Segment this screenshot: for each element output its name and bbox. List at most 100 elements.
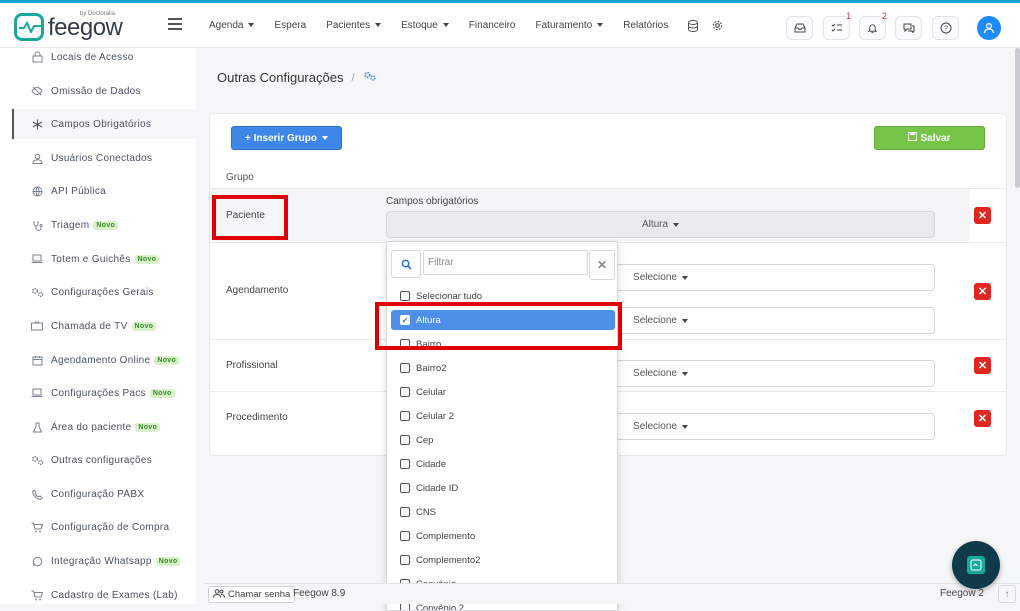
nav-faturamento[interactable]: Faturamento [536,20,604,35]
checkbox-icon[interactable] [400,507,410,517]
user-avatar-icon[interactable] [977,16,1001,40]
sidebar-item-configurações-gerais[interactable]: Configurações Gerais [12,277,196,307]
sidebar-item-label: Configurações Gerais [51,287,154,298]
breadcrumb: Outras Configurações / [217,70,377,85]
settings-gear-icon[interactable] [712,20,723,35]
chevron-down-icon [682,425,688,429]
sidebar-item-api-pública[interactable]: API Pública [12,176,196,206]
nav-espera[interactable]: Espera [274,20,306,35]
dropdown-option[interactable]: Cidade ID [387,478,618,498]
laptop-icon [30,386,44,400]
sidebar-item-cadastro-de-exames-lab-[interactable]: Cadastro de Exames (Lab) [12,580,196,610]
option-label: Bairro2 [416,363,447,374]
dropdown-option[interactable]: Celular 2 [387,406,618,426]
group-column-header: Grupo [226,172,254,183]
sidebar-item-campos-obrigatórios[interactable]: Campos Obrigatórios [12,109,196,139]
nav-relatorios[interactable]: Relatórios [623,20,668,35]
save-label: Salvar [920,133,950,144]
checkbox-icon[interactable] [400,555,410,565]
settings-sidebar: Locais de AcessoOmissão de DadosCampos O… [0,48,196,604]
svg-text:?: ? [944,26,948,33]
sidebar-item-agendamento-online[interactable]: Agendamento OnlineNovo [12,345,196,375]
filter-input[interactable]: Filtrar [423,250,588,275]
page-scrollbar[interactable] [1015,48,1020,188]
chevron-down-icon [682,319,688,323]
sidebar-item-integração-whatsapp[interactable]: Integração WhatsappNovo [12,546,196,576]
menu-toggle-icon[interactable] [168,18,182,30]
sidebar-item-totem-e-guichês[interactable]: Totem e GuichêsNovo [12,244,196,274]
sidebar-item-label: Totem e Guichês [51,254,131,265]
dropdown-option[interactable]: CNS [387,502,618,522]
checkbox-icon[interactable] [400,459,410,469]
gears-icon [30,285,44,299]
chat-icon[interactable] [895,16,922,40]
inbox-icon[interactable] [786,16,813,40]
database-icon[interactable] [688,20,698,35]
sidebar-item-triagem[interactable]: TriagemNovo [12,210,196,240]
delete-row-button[interactable]: ✕ [974,283,991,300]
option-label: Cidade ID [416,483,458,494]
insert-group-button[interactable]: + Inserir Grupo [231,126,342,150]
sidebar-item-outras-configurações[interactable]: Outras configurações [12,445,196,475]
sidebar-item-chamada-de-tv[interactable]: Chamada de TVNovo [12,311,196,341]
sidebar-item-área-do-paciente[interactable]: Área do pacienteNovo [12,412,196,442]
sidebar-item-locais-de-acesso[interactable]: Locais de Acesso [12,42,196,72]
checkbox-icon[interactable] [400,531,410,541]
sidebar-item-label: Triagem [51,220,89,231]
widget-icon [967,556,985,574]
tasks-icon[interactable]: 1 [823,16,850,40]
paciente-fields-select[interactable]: Altura [386,211,935,238]
nav-financeiro[interactable]: Financeiro [469,20,516,35]
nav-pacientes[interactable]: Pacientes [326,20,381,35]
breadcrumb-separator: / [351,72,354,84]
dropdown-option[interactable]: Celular [387,382,618,402]
version-label: Feegow 8.9 [293,588,345,599]
gears-icon [30,453,44,467]
new-badge: Novo [132,322,157,331]
checkbox-icon[interactable] [400,387,410,397]
whatsapp-icon [30,554,44,568]
call-ticket-button[interactable]: Chamar senha [208,586,295,603]
sidebar-item-configuração-pabx[interactable]: Configuração PABX [12,479,196,509]
nav-estoque[interactable]: Estoque [401,20,449,35]
bell-icon[interactable]: 2 [859,16,886,40]
select-value: Selecione [633,272,677,283]
footer-right-label: Feegow 2 [940,588,984,599]
checkbox-icon[interactable] [400,363,410,373]
feegow-logo[interactable]: by Doctoralia feegow [14,11,124,43]
scroll-top-arrow-icon[interactable]: ↑ [998,585,1016,603]
checkbox-icon[interactable] [400,603,410,611]
new-badge: Novo [150,389,175,398]
checkbox-icon[interactable] [400,411,410,421]
select-value: Selecione [633,421,677,432]
user-icon [30,151,44,165]
highlight-box-altura [375,302,622,350]
chevron-down-icon [322,136,328,140]
lock-icon [30,50,44,64]
chevron-down-icon [682,276,688,280]
delete-row-button[interactable]: ✕ [974,410,991,427]
save-button[interactable]: Salvar [874,126,985,150]
dropdown-option[interactable]: Complemento2 [387,550,618,570]
sidebar-item-configurações-pacs[interactable]: Configurações PacsNovo [12,378,196,408]
dropdown-option[interactable]: Complemento [387,526,618,546]
checkbox-icon[interactable] [400,291,410,301]
checkbox-icon[interactable] [400,483,410,493]
dropdown-option[interactable]: Cidade [387,454,618,474]
delete-row-button[interactable]: ✕ [974,357,991,374]
help-icon[interactable]: ? [932,16,959,40]
sidebar-item-configuração-de-compra[interactable]: Configuração de Compra [12,512,196,542]
sidebar-item-omissão-de-dados[interactable]: Omissão de Dados [12,76,196,106]
clear-filter-button[interactable]: ✕ [589,250,615,280]
nav-agenda[interactable]: Agenda [209,20,254,35]
new-badge: Novo [156,557,181,566]
fields-multiselect-dropdown: Filtrar ✕ Selecionar tudo✓AlturaBairroBa… [386,241,618,611]
support-fab-button[interactable] [952,541,1000,589]
phone-icon [30,487,44,501]
delete-row-button[interactable]: ✕ [974,207,991,224]
sidebar-item-usuários-conectados[interactable]: Usuários Conectados [12,143,196,173]
dropdown-option[interactable]: Cep [387,430,618,450]
checkbox-icon[interactable] [400,435,410,445]
dropdown-option[interactable]: Bairro2 [387,358,618,378]
eye-off-icon [30,84,44,98]
